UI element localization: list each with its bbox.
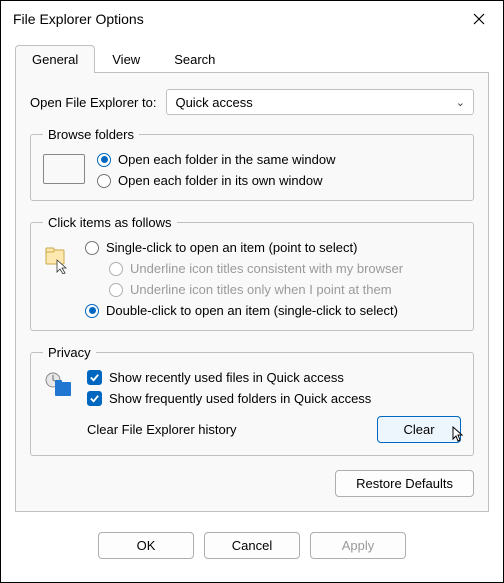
radio-icon <box>109 283 123 297</box>
radio-label: Open each folder in its own window <box>118 173 323 188</box>
radio-icon <box>85 241 99 255</box>
open-label: Open File Explorer to: <box>30 95 156 110</box>
radio-same-window[interactable]: Open each folder in the same window <box>97 152 461 167</box>
browse-legend: Browse folders <box>43 127 139 142</box>
open-explorer-select[interactable]: Quick access ⌄ <box>166 89 474 115</box>
radio-label: Open each folder in the same window <box>118 152 336 167</box>
tab-search[interactable]: Search <box>157 45 232 73</box>
cursor-icon <box>451 426 467 442</box>
radio-icon <box>97 174 111 188</box>
select-value: Quick access <box>175 95 252 110</box>
click-items-group: Click items as follows Single-click to o… <box>30 215 474 331</box>
click-legend: Click items as follows <box>43 215 177 230</box>
window-icon <box>43 154 85 184</box>
radio-underline-browser: Underline icon titles consistent with my… <box>109 261 461 276</box>
radio-label: Single-click to open an item (point to s… <box>106 240 357 255</box>
close-icon <box>473 13 485 25</box>
browse-folders-group: Browse folders Open each folder in the s… <box>30 127 474 201</box>
checkbox-label: Show recently used files in Quick access <box>109 370 344 385</box>
radio-single-click[interactable]: Single-click to open an item (point to s… <box>85 240 461 255</box>
close-button[interactable] <box>459 5 499 33</box>
apply-button: Apply <box>310 532 406 559</box>
radio-icon <box>85 304 99 318</box>
clear-history-label: Clear File Explorer history <box>87 422 377 437</box>
clear-button[interactable]: Clear <box>377 416 461 443</box>
tab-general[interactable]: General <box>15 45 95 73</box>
privacy-group: Privacy Show recently used files in Quic… <box>30 345 474 456</box>
checkbox-frequent-folders[interactable]: Show frequently used folders in Quick ac… <box>87 391 461 406</box>
radio-label: Underline icon titles consistent with my… <box>130 261 403 276</box>
radio-label: Underline icon titles only when I point … <box>130 282 392 297</box>
radio-icon <box>109 262 123 276</box>
radio-icon <box>97 153 111 167</box>
restore-defaults-button[interactable]: Restore Defaults <box>335 470 474 497</box>
radio-label: Double-click to open an item (single-cli… <box>106 303 398 318</box>
radio-own-window[interactable]: Open each folder in its own window <box>97 173 461 188</box>
cancel-button[interactable]: Cancel <box>204 532 300 559</box>
checkbox-recent-files[interactable]: Show recently used files in Quick access <box>87 370 461 385</box>
folder-cursor-icon <box>43 244 73 274</box>
window-title: File Explorer Options <box>13 11 144 27</box>
tab-view[interactable]: View <box>95 45 157 73</box>
checkbox-icon <box>87 391 102 406</box>
checkbox-icon <box>87 370 102 385</box>
radio-double-click[interactable]: Double-click to open an item (single-cli… <box>85 303 461 318</box>
privacy-legend: Privacy <box>43 345 96 360</box>
chevron-down-icon: ⌄ <box>456 96 465 109</box>
ok-button[interactable]: OK <box>98 532 194 559</box>
radio-underline-point: Underline icon titles only when I point … <box>109 282 461 297</box>
privacy-icon <box>43 372 75 400</box>
checkbox-label: Show frequently used folders in Quick ac… <box>109 391 371 406</box>
